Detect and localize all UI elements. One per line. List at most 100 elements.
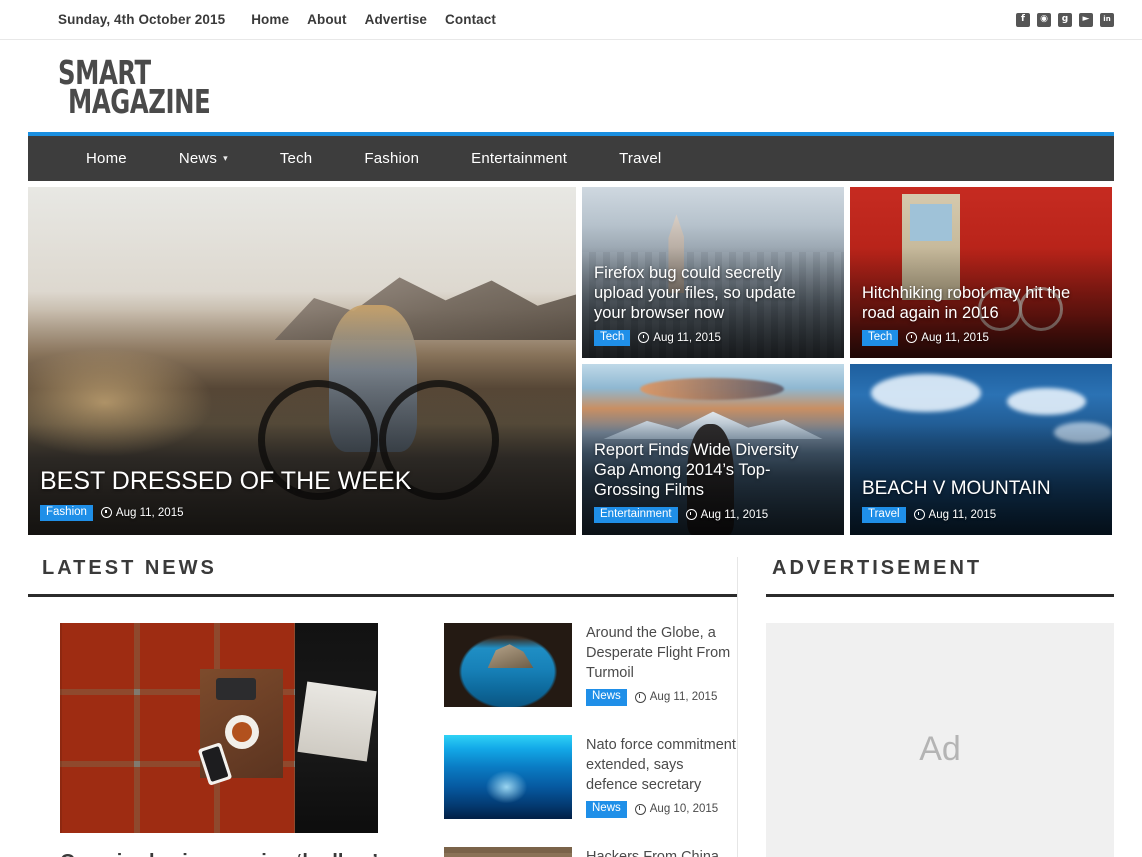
twitter-icon[interactable]: ◉ — [1037, 12, 1051, 27]
featured-stories-grid: BEST DRESSED OF THE WEEK Fashion Aug 11,… — [28, 187, 1114, 536]
publish-date: Aug 11, 2015 — [906, 332, 989, 344]
feature-image-coffee — [60, 623, 378, 834]
date-text: Aug 11, 2015 — [921, 331, 989, 344]
featured-title: BEACH V MOUNTAIN — [862, 478, 1051, 500]
featured-meta: Travel Aug 11, 2015 — [862, 506, 1100, 524]
category-badge[interactable]: Entertainment — [594, 506, 678, 524]
featured-tile-main[interactable]: BEST DRESSED OF THE WEEK Fashion Aug 11,… — [28, 187, 576, 536]
featured-tile-beach[interactable]: BEACH V MOUNTAIN Travel Aug 11, 2015 — [850, 364, 1112, 536]
nav-item-label: Travel — [619, 150, 662, 168]
list-item[interactable]: Around the Globe, a Desperate Flight Fro… — [444, 623, 737, 708]
advertisement-heading: ADVERTISEMENT — [766, 557, 1114, 598]
category-badge[interactable]: Travel — [862, 506, 906, 524]
list-item-title[interactable]: Hackers From China — [586, 848, 719, 857]
publish-date: Aug 11, 2015 — [685, 508, 769, 521]
list-item-thumbnail — [444, 847, 572, 857]
featured-tile-firefox[interactable]: Firefox bug could secretly upload your f… — [582, 187, 844, 359]
nav-item-label: Tech — [279, 150, 313, 168]
main-nav: Home News ▾ Tech Fashion Entertainment Tr… — [28, 132, 1114, 182]
publish-date: Aug 11, 2015 — [100, 507, 184, 519]
list-item[interactable]: Hackers From China — [444, 847, 737, 857]
latest-feature-article[interactable]: Oversize lorries causing ‘bedlam’ — [60, 623, 408, 857]
publish-date: Aug 11, 2015 — [638, 332, 721, 344]
featured-caption: BEST DRESSED OF THE WEEK Fashion Aug 11,… — [28, 456, 576, 535]
chevron-down-icon: ▾ — [223, 153, 228, 164]
googleplus-icon[interactable]: g — [1058, 12, 1072, 27]
latest-news-list: Around the Globe, a Desperate Flight Fro… — [444, 623, 737, 857]
clock-icon — [634, 691, 646, 703]
clock-icon — [638, 332, 650, 344]
featured-caption: BEACH V MOUNTAIN Travel Aug 11, 2015 — [850, 467, 1112, 535]
category-badge[interactable]: News — [586, 689, 627, 706]
top-nav-item-advertise[interactable]: Advertise — [365, 12, 427, 27]
list-item-thumbnail — [444, 623, 572, 708]
date-text: Aug 10, 2015 — [649, 803, 719, 816]
clock-icon — [100, 507, 112, 519]
nav-item-news[interactable]: News ▾ — [153, 150, 254, 167]
category-badge[interactable]: News — [586, 801, 627, 818]
featured-meta: Entertainment Aug 11, 2015 — [594, 506, 832, 524]
social-links: f ◉ g ► in — [1016, 12, 1114, 27]
nav-item-travel[interactable]: Travel — [593, 150, 687, 167]
featured-meta: Fashion Aug 11, 2015 — [40, 504, 564, 522]
nav-item-label: Fashion — [364, 150, 420, 168]
linkedin-icon[interactable]: in — [1100, 12, 1114, 27]
nav-item-tech[interactable]: Tech — [254, 150, 339, 167]
latest-news-grid: Oversize lorries causing ‘bedlam’ Around… — [28, 597, 737, 857]
current-date: Sunday, 4th October 2015 — [58, 12, 226, 27]
nav-item-home[interactable]: Home — [60, 150, 153, 167]
list-item-title[interactable]: Around the Globe, a Desperate Flight Fro… — [586, 624, 737, 683]
clock-icon — [685, 509, 697, 521]
top-nav-item-about[interactable]: About — [307, 12, 346, 27]
youtube-icon[interactable]: ► — [1079, 12, 1093, 27]
featured-caption: Hitchhiking robot may hit the road again… — [850, 273, 1112, 358]
date-text: Aug 11, 2015 — [700, 508, 769, 521]
featured-caption: Firefox bug could secretly upload your f… — [582, 253, 844, 358]
logo-line-2: MAGAZINE — [68, 82, 211, 122]
list-item-thumbnail — [444, 735, 572, 820]
date-text: Aug 11, 2015 — [649, 691, 718, 704]
list-item-meta: News Aug 10, 2015 — [586, 801, 737, 818]
top-bar: Sunday, 4th October 2015 Home About Adve… — [0, 0, 1142, 40]
list-item-title[interactable]: Nato force commitment extended, says def… — [586, 736, 737, 795]
top-nav-item-contact[interactable]: Contact — [445, 12, 496, 27]
nav-item-entertainment[interactable]: Entertainment — [445, 150, 593, 167]
featured-title: Report Finds Wide Diversity Gap Among 20… — [594, 441, 799, 500]
featured-caption: Report Finds Wide Diversity Gap Among 20… — [582, 430, 844, 535]
clock-icon — [634, 803, 646, 815]
top-nav: Home About Advertise Contact — [251, 12, 496, 27]
top-nav-item-home[interactable]: Home — [251, 12, 289, 27]
clock-icon — [906, 332, 918, 344]
list-item-meta: News Aug 11, 2015 — [586, 689, 737, 706]
nav-item-fashion[interactable]: Fashion — [338, 150, 445, 167]
featured-meta: Tech Aug 11, 2015 — [862, 329, 1100, 347]
category-badge[interactable]: Tech — [594, 329, 631, 347]
site-logo[interactable]: SMART MAGAZINE — [0, 40, 1142, 132]
featured-title: Hitchhiking robot may hit the road again… — [862, 284, 1071, 323]
publish-date: Aug 10, 2015 — [634, 803, 719, 816]
publish-date: Aug 11, 2015 — [634, 691, 718, 704]
date-text: Aug 11, 2015 — [928, 508, 997, 521]
clock-icon — [913, 509, 925, 521]
list-item[interactable]: Nato force commitment extended, says def… — [444, 735, 737, 820]
featured-title: Firefox bug could secretly upload your f… — [594, 264, 796, 323]
category-badge[interactable]: Tech — [862, 329, 899, 347]
advertisement-section: ADVERTISEMENT Ad — [766, 557, 1114, 857]
featured-meta: Tech Aug 11, 2015 — [594, 329, 832, 347]
nav-item-label: News — [178, 150, 218, 168]
featured-tile-diversity[interactable]: Report Finds Wide Diversity Gap Among 20… — [582, 364, 844, 536]
publish-date: Aug 11, 2015 — [913, 508, 997, 521]
content-area: LATEST NEWS Oversize lorries causin — [28, 557, 1114, 857]
featured-tile-robot[interactable]: Hitchhiking robot may hit the road again… — [850, 187, 1112, 359]
ad-placeholder-label: Ad — [919, 729, 961, 768]
nav-item-label: Entertainment — [471, 150, 568, 168]
date-text: Aug 11, 2015 — [653, 331, 721, 344]
latest-news-heading: LATEST NEWS — [28, 557, 737, 598]
page-root: Sunday, 4th October 2015 Home About Adve… — [0, 0, 1142, 857]
feature-article-title[interactable]: Oversize lorries causing ‘bedlam’ — [60, 849, 408, 857]
ad-placeholder[interactable]: Ad — [766, 623, 1114, 857]
facebook-icon[interactable]: f — [1016, 12, 1030, 27]
latest-news-section: LATEST NEWS Oversize lorries causin — [28, 557, 738, 857]
category-badge[interactable]: Fashion — [40, 504, 93, 522]
featured-title: BEST DRESSED OF THE WEEK — [40, 467, 412, 496]
